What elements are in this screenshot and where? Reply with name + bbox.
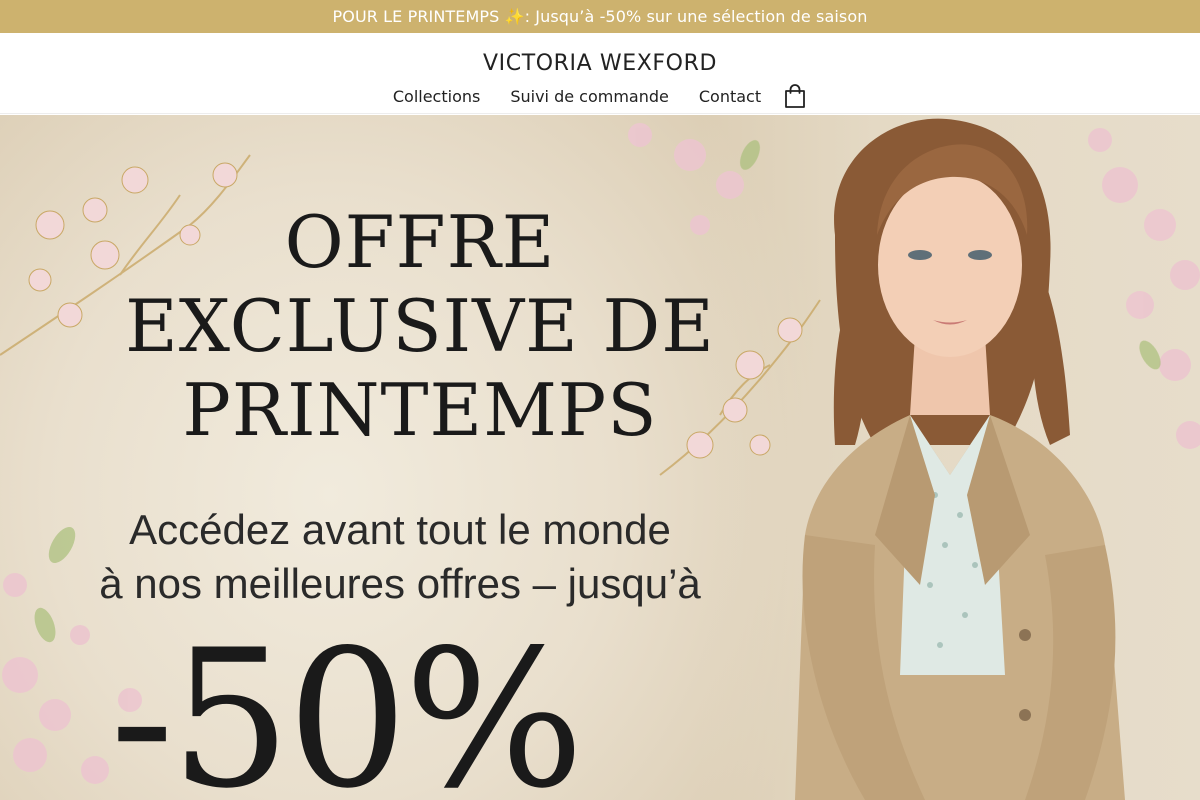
hero-title-text: OFFRE EXCLUSIVE DE PRINTEMPS	[125, 200, 715, 452]
shopping-bag-icon	[785, 83, 806, 108]
hero-title: OFFRE EXCLUSIVE DE PRINTEMPS	[60, 200, 780, 452]
site-header: VICTORIA WEXFORD Collections Suivi de co…	[0, 33, 1200, 114]
announcement-text: POUR LE PRINTEMPS ✨: Jusqu’à -50% sur un…	[332, 7, 868, 26]
nav-link-order-tracking[interactable]: Suivi de commande	[510, 87, 669, 106]
brand-logo[interactable]: VICTORIA WEXFORD	[0, 51, 1200, 76]
hero-subtitle: Accédez avant tout le monde à nos meille…	[50, 503, 750, 611]
hero-discount: -50%	[110, 609, 585, 800]
main-nav: Collections Suivi de commande Contact	[0, 83, 1200, 109]
hero-banner[interactable]: OFFRE EXCLUSIVE DE PRINTEMPS Accédez ava…	[0, 115, 1200, 800]
nav-link-contact[interactable]: Contact	[699, 87, 761, 106]
announcement-bar: POUR LE PRINTEMPS ✨: Jusqu’à -50% sur un…	[0, 0, 1200, 33]
hero-subtitle-text: Accédez avant tout le monde à nos meille…	[99, 506, 701, 607]
cart-button[interactable]	[783, 83, 807, 109]
nav-link-collections[interactable]: Collections	[393, 87, 480, 106]
